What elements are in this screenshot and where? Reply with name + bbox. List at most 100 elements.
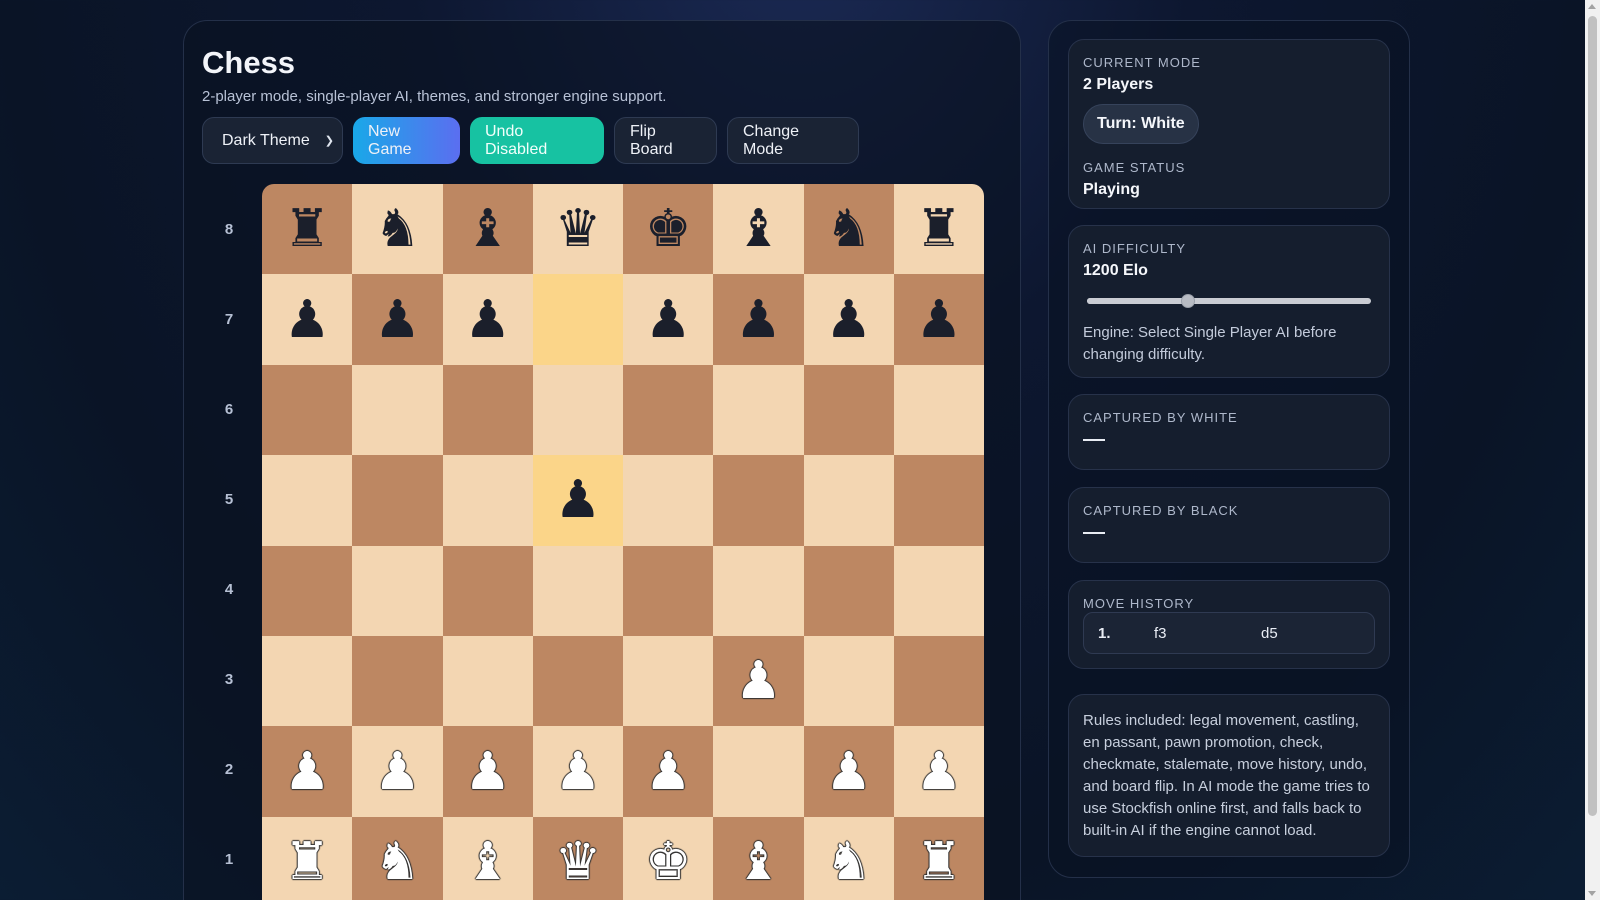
white-pawn-icon[interactable]: ♟ [464, 746, 511, 798]
page-scrollbar[interactable] [1585, 0, 1600, 900]
square-a7[interactable]: ♟ [262, 274, 353, 365]
square-a6[interactable] [262, 364, 353, 456]
square-h6[interactable] [893, 364, 984, 456]
black-bishop-icon[interactable]: ♝ [735, 203, 782, 255]
black-pawn-icon[interactable]: ♟ [735, 294, 782, 346]
undo-button[interactable]: Undo Disabled [470, 117, 604, 164]
square-b2[interactable]: ♟ [352, 726, 443, 817]
square-a2[interactable]: ♟ [262, 726, 353, 817]
square-b4[interactable] [352, 545, 443, 636]
white-knight-icon[interactable]: ♞ [825, 836, 872, 888]
square-f8[interactable]: ♝ [713, 184, 804, 275]
black-pawn-icon[interactable]: ♟ [916, 294, 963, 346]
square-d8[interactable]: ♛ [532, 184, 623, 275]
square-a8[interactable]: ♜ [262, 184, 353, 275]
square-a1[interactable]: ♜ [262, 816, 353, 900]
square-b5[interactable] [352, 455, 443, 546]
square-h3[interactable] [893, 635, 984, 727]
square-a3[interactable] [262, 635, 353, 727]
history-row[interactable]: 1. f3 d5 [1083, 612, 1375, 654]
white-pawn-icon[interactable]: ♟ [645, 746, 692, 798]
white-pawn-icon[interactable]: ♟ [825, 746, 872, 798]
white-pawn-icon[interactable]: ♟ [374, 746, 421, 798]
white-pawn-icon[interactable]: ♟ [735, 655, 782, 707]
change-mode-button[interactable]: Change Mode [727, 117, 859, 164]
square-b1[interactable]: ♞ [352, 816, 443, 900]
white-pawn-icon[interactable]: ♟ [555, 746, 602, 798]
square-c6[interactable] [442, 364, 533, 456]
square-g1[interactable]: ♞ [803, 816, 894, 900]
square-h4[interactable] [893, 545, 984, 636]
square-g3[interactable] [803, 635, 894, 727]
square-f3[interactable]: ♟ [713, 635, 804, 727]
chess-board[interactable]: ♜ ♞ ♝ ♛ ♚ ♝ ♞ ♜ ♟ ♟ ♟ ♟ ♟ ♟ ♟ ♟ ♟ ♟ ♟ ♟ ♟ ♟ ♟ ♟ ♜ ♞ ♝ ♛ ♚ ♝ ♞ ♜ [262, 184, 984, 900]
square-h8[interactable]: ♜ [893, 184, 984, 275]
black-rook-icon[interactable]: ♜ [284, 203, 331, 255]
square-d2[interactable]: ♟ [532, 726, 623, 817]
white-rook-icon[interactable]: ♜ [916, 836, 963, 888]
square-b3[interactable] [352, 635, 443, 727]
square-e5[interactable] [623, 455, 714, 546]
scroll-thumb[interactable] [1588, 16, 1597, 816]
square-d7[interactable] [532, 274, 623, 365]
black-pawn-icon[interactable]: ♟ [464, 294, 511, 346]
square-g8[interactable]: ♞ [803, 184, 894, 275]
black-pawn-icon[interactable]: ♟ [825, 294, 872, 346]
black-rook-icon[interactable]: ♜ [916, 203, 963, 255]
square-g2[interactable]: ♟ [803, 726, 894, 817]
square-c4[interactable] [442, 545, 533, 636]
square-f6[interactable] [713, 364, 804, 456]
square-f1[interactable]: ♝ [713, 816, 804, 900]
square-e8[interactable]: ♚ [623, 184, 714, 275]
square-d6[interactable] [532, 364, 623, 456]
black-king-icon[interactable]: ♚ [645, 203, 692, 255]
square-d4[interactable] [532, 545, 623, 636]
black-knight-icon[interactable]: ♞ [825, 203, 872, 255]
white-pawn-icon[interactable]: ♟ [916, 746, 963, 798]
square-c1[interactable]: ♝ [442, 816, 533, 900]
new-game-button[interactable]: New Game [353, 117, 460, 164]
difficulty-slider[interactable] [1083, 290, 1371, 310]
black-queen-icon[interactable]: ♛ [555, 203, 602, 255]
square-b6[interactable] [352, 364, 443, 456]
square-e1[interactable]: ♚ [623, 816, 714, 900]
square-e3[interactable] [623, 635, 714, 727]
square-f5[interactable] [713, 455, 804, 546]
square-h7[interactable]: ♟ [893, 274, 984, 365]
square-d5[interactable]: ♟ [532, 455, 623, 546]
square-g6[interactable] [803, 364, 894, 456]
white-bishop-icon[interactable]: ♝ [735, 836, 782, 888]
square-d1[interactable]: ♛ [532, 816, 623, 900]
black-bishop-icon[interactable]: ♝ [464, 203, 511, 255]
square-e2[interactable]: ♟ [623, 726, 714, 817]
square-a5[interactable] [262, 455, 353, 546]
black-knight-icon[interactable]: ♞ [374, 203, 421, 255]
square-c3[interactable] [442, 635, 533, 727]
square-b8[interactable]: ♞ [352, 184, 443, 275]
square-e4[interactable] [623, 545, 714, 636]
square-f4[interactable] [713, 545, 804, 636]
white-rook-icon[interactable]: ♜ [284, 836, 331, 888]
white-pawn-icon[interactable]: ♟ [284, 746, 331, 798]
square-c8[interactable]: ♝ [442, 184, 533, 275]
square-f7[interactable]: ♟ [713, 274, 804, 365]
white-bishop-icon[interactable]: ♝ [464, 836, 511, 888]
square-g5[interactable] [803, 455, 894, 546]
square-b7[interactable]: ♟ [352, 274, 443, 365]
black-pawn-icon[interactable]: ♟ [645, 294, 692, 346]
square-c7[interactable]: ♟ [442, 274, 533, 365]
square-c5[interactable] [442, 455, 533, 546]
square-h2[interactable]: ♟ [893, 726, 984, 817]
square-e6[interactable] [623, 364, 714, 456]
square-g7[interactable]: ♟ [803, 274, 894, 365]
white-knight-icon[interactable]: ♞ [374, 836, 421, 888]
white-king-icon[interactable]: ♚ [645, 836, 692, 888]
square-f2[interactable] [713, 726, 804, 817]
square-h1[interactable]: ♜ [893, 816, 984, 900]
black-pawn-icon[interactable]: ♟ [374, 294, 421, 346]
slider-handle[interactable] [1180, 294, 1195, 308]
scroll-up-icon[interactable] [1588, 4, 1596, 9]
square-e7[interactable]: ♟ [623, 274, 714, 365]
black-pawn-icon[interactable]: ♟ [555, 474, 602, 526]
theme-select[interactable]: Dark Theme ❯ [202, 117, 343, 164]
